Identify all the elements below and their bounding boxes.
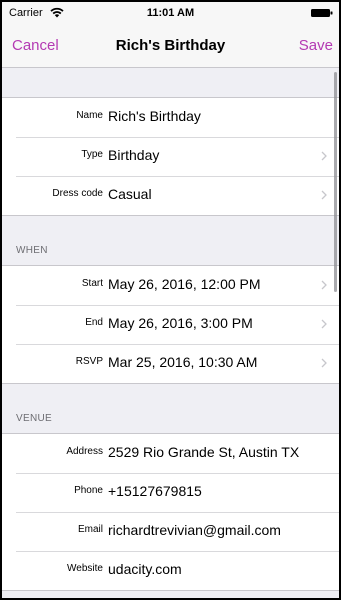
address-value[interactable]: 2529 Rio Grande St, Austin TX <box>108 444 299 460</box>
scroll-indicator[interactable] <box>334 72 337 292</box>
type-row[interactable]: Type Birthday <box>2 137 339 176</box>
phone-screen: Carrier 11:01 AM Cancel Rich's Birthday … <box>0 0 341 600</box>
status-bar: Carrier 11:01 AM <box>2 2 339 24</box>
email-row[interactable]: Email richardtrevivian@gmail.com <box>2 512 339 551</box>
type-value: Birthday <box>108 147 160 163</box>
dress-code-value: Casual <box>108 186 152 202</box>
website-value[interactable]: udacity.com <box>108 561 182 577</box>
venue-header-label: VENUE <box>16 413 52 424</box>
email-label: Email <box>77 524 103 535</box>
email-value[interactable]: richardtrevivian@gmail.com <box>108 522 281 538</box>
website-label: Website <box>67 563 103 574</box>
name-row[interactable]: Name Rich's Birthday <box>2 98 339 137</box>
chevron-right-icon <box>321 151 327 161</box>
rsvp-label: RSVP <box>75 356 103 367</box>
phone-value[interactable]: +15127679815 <box>108 483 202 499</box>
venue-section-header: VENUE <box>2 384 339 433</box>
navigation-bar: Cancel Rich's Birthday Save <box>2 24 339 68</box>
start-row[interactable]: Start May 26, 2016, 12:00 PM <box>2 266 339 305</box>
cancel-button[interactable]: Cancel <box>12 37 59 54</box>
chevron-right-icon <box>321 190 327 200</box>
rsvp-value: Mar 25, 2016, 10:30 AM <box>108 354 258 370</box>
rsvp-row[interactable]: RSVP Mar 25, 2016, 10:30 AM <box>2 344 339 383</box>
chevron-right-icon <box>321 319 327 329</box>
form-scroll-view[interactable]: Name Rich's Birthday Type Birthday Dress… <box>2 69 339 598</box>
top-spacer <box>2 69 339 97</box>
address-row[interactable]: Address 2529 Rio Grande St, Austin TX <box>2 434 339 473</box>
phone-label: Phone <box>74 485 103 496</box>
when-group: Start May 26, 2016, 12:00 PM End May 26,… <box>2 265 339 384</box>
status-time: 11:01 AM <box>146 7 195 19</box>
website-row[interactable]: Website udacity.com <box>2 551 339 590</box>
type-label: Type <box>81 149 103 160</box>
battery-icon <box>311 9 333 17</box>
when-header-label: WHEN <box>16 245 48 256</box>
address-label: Address <box>66 446 103 457</box>
end-value: May 26, 2016, 3:00 PM <box>108 315 253 331</box>
when-section-header: WHEN <box>2 216 339 265</box>
end-row[interactable]: End May 26, 2016, 3:00 PM <box>2 305 339 344</box>
phone-row[interactable]: Phone +15127679815 <box>2 473 339 512</box>
chevron-right-icon <box>321 280 327 290</box>
details-group: Name Rich's Birthday Type Birthday Dress… <box>2 97 339 216</box>
venue-group: Address 2529 Rio Grande St, Austin TX Ph… <box>2 433 339 591</box>
name-value[interactable]: Rich's Birthday <box>108 108 201 124</box>
dress-code-row[interactable]: Dress code Casual <box>2 176 339 215</box>
start-value: May 26, 2016, 12:00 PM <box>108 276 261 292</box>
save-button[interactable]: Save <box>299 37 333 54</box>
name-label: Name <box>76 110 103 121</box>
start-label: Start <box>81 278 103 289</box>
chevron-right-icon <box>321 358 327 368</box>
dress-code-label: Dress code <box>52 188 103 199</box>
end-label: End <box>85 317 103 328</box>
